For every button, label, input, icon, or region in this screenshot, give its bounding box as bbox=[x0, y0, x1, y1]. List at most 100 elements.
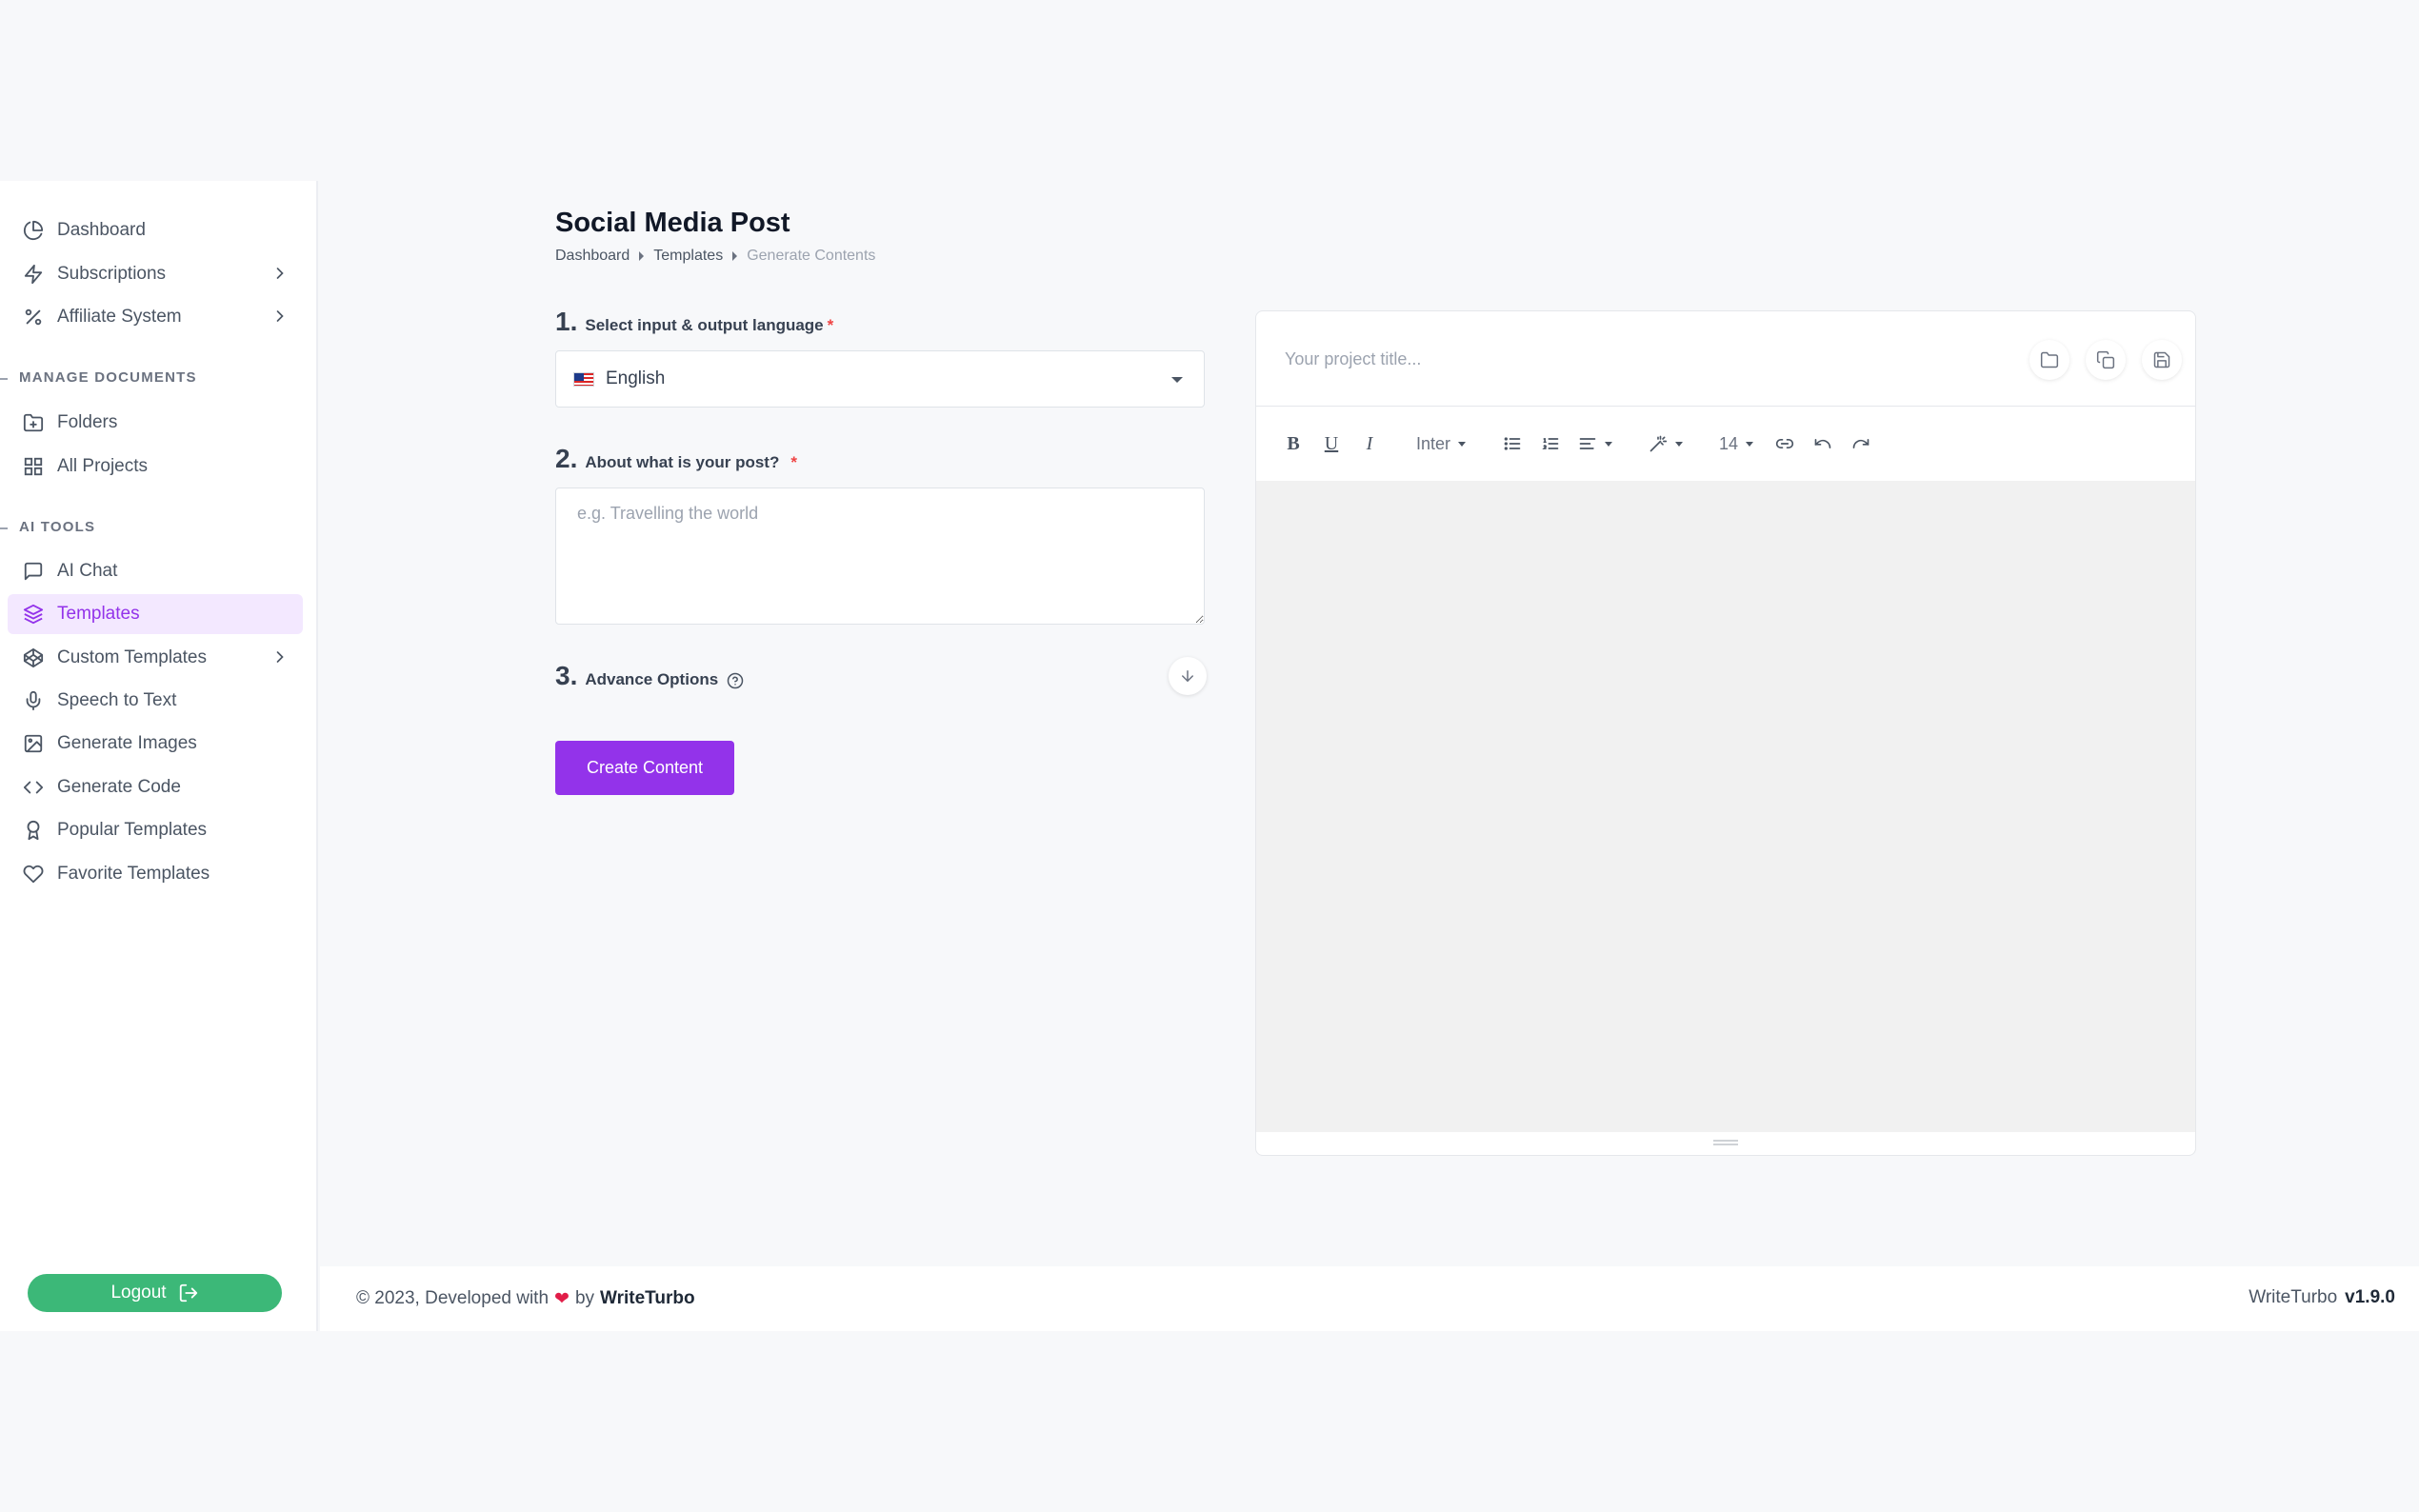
caret-down-icon bbox=[1171, 377, 1183, 383]
version-number: v1.9.0 bbox=[2345, 1287, 2395, 1307]
bullet-list-button[interactable] bbox=[1496, 427, 1529, 461]
sidebar-item-label: Speech to Text bbox=[57, 690, 177, 710]
footer-copyright: © 2023, Developed with bbox=[356, 1288, 550, 1308]
copy-button[interactable] bbox=[2086, 340, 2126, 380]
breadcrumb-dashboard[interactable]: Dashboard bbox=[555, 248, 630, 265]
font-family-value: Inter bbox=[1416, 433, 1451, 453]
redo-button[interactable] bbox=[1845, 427, 1877, 461]
font-size-value: 14 bbox=[1719, 433, 1739, 453]
sidebar-item-label: Subscriptions bbox=[57, 264, 167, 284]
caret-down-icon bbox=[1746, 441, 1754, 447]
undo-icon bbox=[1814, 439, 1831, 448]
open-folder-button[interactable] bbox=[2029, 340, 2069, 380]
save-icon bbox=[2153, 351, 2170, 368]
sidebar-item-label: Popular Templates bbox=[57, 820, 208, 840]
sidebar-item-affiliate-system[interactable]: Affiliate System bbox=[8, 297, 303, 337]
sidebar-item-popular-templates[interactable]: Popular Templates bbox=[8, 810, 303, 850]
sidebar-item-folders[interactable]: Folders bbox=[8, 403, 303, 443]
logout-button[interactable]: Logout bbox=[28, 1274, 282, 1312]
breadcrumb: Dashboard Templates Generate Contents bbox=[555, 248, 875, 265]
step-label-text: Advance Options bbox=[585, 670, 719, 688]
required-marker: * bbox=[827, 316, 834, 334]
advance-options-toggle[interactable] bbox=[1169, 657, 1207, 695]
chevron-right-icon bbox=[276, 310, 284, 322]
sidebar-item-label: Favorite Templates bbox=[57, 864, 210, 884]
us-flag-icon bbox=[573, 371, 594, 387]
copy-icon bbox=[2096, 350, 2115, 369]
section-label-manage-documents: MANAGE DOCUMENTS bbox=[0, 369, 197, 386]
step-3-label: 3. Advance Options bbox=[555, 661, 744, 691]
language-select[interactable]: English bbox=[555, 350, 1205, 408]
align-select[interactable] bbox=[1572, 427, 1618, 461]
chevron-right-icon bbox=[276, 651, 284, 663]
numbered-list-button[interactable] bbox=[1534, 427, 1567, 461]
sidebar-item-custom-templates[interactable]: Custom Templates bbox=[8, 638, 303, 678]
bullet-list-icon bbox=[1504, 437, 1521, 450]
sidebar-item-label: Affiliate System bbox=[57, 307, 182, 327]
font-family-select[interactable]: Inter bbox=[1410, 427, 1471, 461]
required-marker: * bbox=[790, 453, 797, 471]
footer-version: WriteTurbo v1.9.0 bbox=[2249, 1287, 2395, 1308]
underline-button[interactable]: U bbox=[1315, 427, 1348, 461]
sidebar-item-subscriptions[interactable]: Subscriptions bbox=[8, 254, 303, 294]
sidebar-item-label: Dashboard bbox=[57, 220, 146, 240]
sidebar-item-label: Generate Images bbox=[57, 733, 197, 753]
chevron-right-icon bbox=[276, 268, 284, 279]
post-topic-input[interactable] bbox=[555, 487, 1205, 625]
step-1-label: 1. Select input & output language * bbox=[555, 307, 833, 337]
footer: © 2023, Developed with ❤ by WriteTurbo W… bbox=[320, 1266, 2419, 1331]
microphone-icon bbox=[23, 690, 44, 711]
editor-resize-handle[interactable] bbox=[1713, 1140, 1738, 1145]
top-header-area bbox=[0, 0, 2419, 181]
footer-by: by bbox=[574, 1288, 595, 1308]
sidebar-item-label: Templates bbox=[57, 604, 140, 624]
underline-icon: U bbox=[1324, 432, 1339, 454]
sidebar-item-ai-chat[interactable]: AI Chat bbox=[8, 551, 303, 591]
sidebar-item-speech-to-text[interactable]: Speech to Text bbox=[8, 681, 303, 721]
caret-down-icon bbox=[1605, 441, 1613, 447]
create-content-button[interactable]: Create Content bbox=[555, 741, 734, 795]
footer-app-name: WriteTurbo bbox=[2249, 1287, 2338, 1307]
insert-link-button[interactable] bbox=[1769, 427, 1801, 461]
heart-icon bbox=[23, 864, 44, 885]
layers-icon bbox=[23, 604, 44, 625]
footer-brand-link[interactable]: WriteTurbo bbox=[600, 1288, 695, 1309]
grid-icon bbox=[23, 456, 44, 477]
sidebar-item-dashboard[interactable]: Dashboard bbox=[8, 210, 303, 250]
align-left-icon bbox=[1579, 438, 1596, 449]
italic-button[interactable]: I bbox=[1353, 427, 1386, 461]
help-circle-icon[interactable] bbox=[727, 672, 744, 689]
sidebar-item-label: AI Chat bbox=[57, 561, 118, 581]
sidebar-item-all-projects[interactable]: All Projects bbox=[8, 447, 303, 487]
breadcrumb-templates[interactable]: Templates bbox=[653, 248, 723, 265]
undo-button[interactable] bbox=[1807, 427, 1839, 461]
codepen-icon bbox=[23, 647, 44, 668]
breadcrumb-separator-icon bbox=[639, 251, 645, 261]
sidebar-item-generate-code[interactable]: Generate Code bbox=[8, 767, 303, 807]
save-button[interactable] bbox=[2142, 340, 2182, 380]
bold-button[interactable]: B bbox=[1277, 427, 1309, 461]
caret-down-icon bbox=[1675, 441, 1684, 447]
percent-icon bbox=[23, 307, 44, 328]
italic-icon: I bbox=[1366, 432, 1373, 454]
magic-wand-icon bbox=[1649, 435, 1668, 452]
step-2-label: 2. About what is your post? * bbox=[555, 444, 797, 474]
link-icon bbox=[1775, 439, 1794, 448]
sidebar-item-templates[interactable]: Templates bbox=[8, 594, 303, 634]
language-select-value: English bbox=[606, 368, 666, 388]
step-text: Select input & output language * bbox=[585, 316, 833, 335]
project-title-input[interactable] bbox=[1285, 340, 1951, 378]
logout-icon bbox=[179, 1283, 197, 1303]
sidebar-item-label: Custom Templates bbox=[57, 647, 207, 667]
step-text: Advance Options bbox=[585, 670, 744, 689]
section-label-ai-tools: AI TOOLS bbox=[0, 519, 96, 535]
sidebar-item-label: Generate Code bbox=[57, 777, 181, 797]
sidebar-item-generate-images[interactable]: Generate Images bbox=[8, 724, 303, 764]
bolt-icon bbox=[23, 264, 44, 285]
chat-icon bbox=[23, 561, 44, 582]
arrow-down-icon bbox=[1182, 670, 1193, 683]
editor-content-area[interactable] bbox=[1256, 481, 2195, 1132]
font-size-select[interactable]: 14 bbox=[1713, 427, 1759, 461]
magic-wand-select[interactable] bbox=[1643, 427, 1689, 461]
sidebar-item-favorite-templates[interactable]: Favorite Templates bbox=[8, 854, 303, 894]
